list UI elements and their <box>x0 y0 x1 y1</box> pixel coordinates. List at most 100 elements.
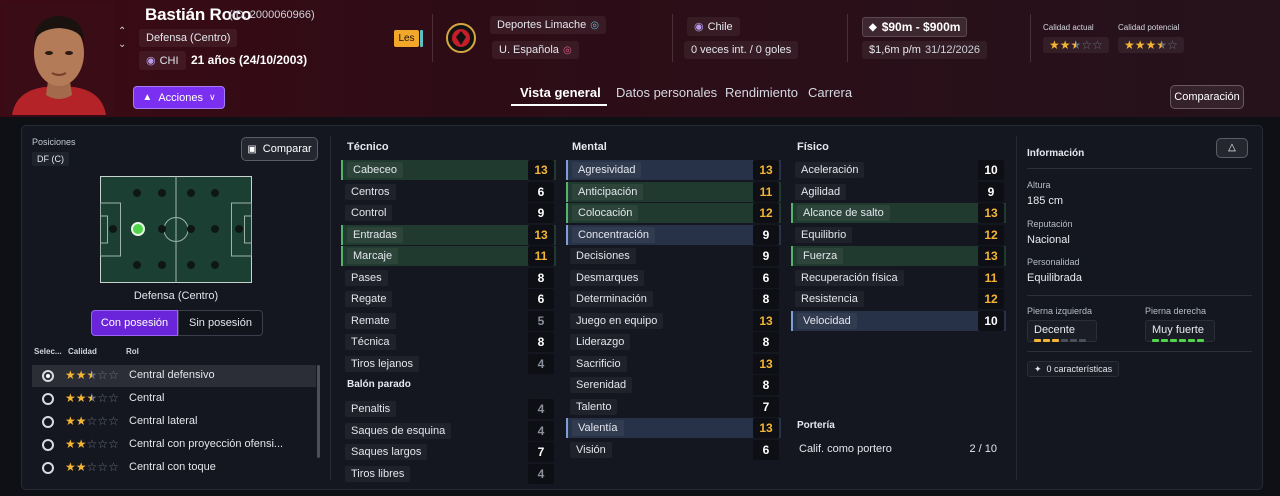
foot-bar <box>1052 339 1059 342</box>
attribute-row[interactable]: Técnica 8 <box>341 332 556 352</box>
attribute-value: 13 <box>753 418 779 438</box>
attribute-row[interactable]: Tiros libres 4 <box>341 463 556 484</box>
attribute-name: Control <box>345 205 393 221</box>
attribute-row[interactable]: Control 9 <box>341 203 556 223</box>
attribute-row[interactable]: Recuperación física 11 <box>791 267 1006 288</box>
attribute-row[interactable]: Entradas 13 <box>341 224 556 245</box>
role-radio[interactable] <box>42 439 54 451</box>
attribute-row[interactable]: Visión 6 <box>566 439 781 460</box>
nationality-chip: ◉ CHI <box>139 51 186 70</box>
attribute-row[interactable]: Tiros lejanos 4 <box>341 353 556 374</box>
toggle-with-possession[interactable]: Con posesión <box>91 310 178 336</box>
roles-scrollbar[interactable] <box>317 365 320 458</box>
next-player-chevron-down[interactable]: ⌄ <box>118 39 126 50</box>
tecnico-title: Técnico <box>347 141 389 153</box>
attribute-row[interactable]: Regate 6 <box>341 289 556 309</box>
prev-player-chevron-up[interactable]: ⌃ <box>118 26 126 37</box>
comparison-button[interactable]: Comparación <box>1170 85 1244 109</box>
attribute-name: Aceleración <box>795 162 865 178</box>
attribute-row[interactable]: Velocidad 10 <box>791 310 1006 331</box>
attribute-row[interactable]: Juego en equipo 13 <box>566 310 781 331</box>
attribute-value: 8 <box>753 375 779 395</box>
role-row[interactable]: ★★☆☆☆ Central con proyección ofensi... <box>32 434 316 456</box>
person-info-button[interactable]: △ <box>1216 138 1248 158</box>
attribute-value: 7 <box>753 396 779 417</box>
right-foot-bars <box>1152 339 1204 342</box>
role-radio[interactable] <box>42 393 54 405</box>
tab-carrera[interactable]: Carrera <box>808 85 852 100</box>
attribute-name: Determinación <box>570 291 653 307</box>
attribute-row[interactable]: Serenidad 8 <box>566 375 781 395</box>
attribute-row[interactable]: Talento 7 <box>566 396 781 417</box>
attribute-row[interactable]: Pases 8 <box>341 267 556 288</box>
attribute-row[interactable]: Centros 6 <box>341 181 556 202</box>
attribute-row[interactable]: Desmarques 6 <box>566 267 781 288</box>
attribute-row[interactable]: Concentración 9 <box>566 224 781 245</box>
injury-badge[interactable]: Les <box>394 30 419 47</box>
club-link[interactable]: Deportes Limache ◎ <box>490 16 607 34</box>
attribute-name: Fuerza <box>797 248 844 264</box>
role-name: Central con proyección ofensi... <box>129 438 284 450</box>
attribute-name: Talento <box>570 398 618 415</box>
attribute-value: 6 <box>528 181 554 202</box>
attribute-row[interactable]: Equilibrio 12 <box>791 224 1006 245</box>
tab-datos-personales[interactable]: Datos personales <box>616 85 717 100</box>
attribute-row[interactable]: Decisiones 9 <box>566 246 781 266</box>
attribute-row[interactable]: Saques de esquina 4 <box>341 420 556 441</box>
attribute-row[interactable]: Aceleración 10 <box>791 160 1006 180</box>
attribute-row[interactable]: Anticipación 11 <box>566 181 781 202</box>
role-stars: ★★★☆☆ <box>65 368 119 382</box>
attribute-row[interactable]: Fuerza 13 <box>791 246 1006 266</box>
tag-icon: ◆ <box>869 21 877 33</box>
role-radio[interactable] <box>42 416 54 428</box>
attribute-row[interactable]: Marcaje 11 <box>341 246 556 266</box>
attribute-value: 10 <box>978 160 1004 180</box>
attribute-name: Resistencia <box>795 291 864 307</box>
attribute-value: 13 <box>753 353 779 374</box>
attribute-value: 13 <box>528 160 554 180</box>
role-row[interactable]: ★★★☆☆ Central <box>32 388 316 410</box>
toggle-without-possession[interactable]: Sin posesión <box>178 310 263 336</box>
attribute-row[interactable]: Liderazgo 8 <box>566 332 781 352</box>
tab-rendimiento[interactable]: Rendimiento <box>725 85 798 100</box>
foot-bar <box>1034 339 1041 342</box>
personality-value: Equilibrada <box>1027 272 1083 284</box>
actions-button[interactable]: ▲ Acciones ∨ <box>133 86 225 109</box>
potential-quality-stars: ★★★★☆ <box>1118 37 1184 53</box>
foot-bar <box>1170 339 1177 342</box>
attribute-row[interactable]: Resistencia 12 <box>791 289 1006 309</box>
role-stars: ★★★☆☆ <box>65 391 119 405</box>
role-row[interactable]: ★★★☆☆ Central defensivo <box>32 365 316 387</box>
attribute-row[interactable]: Alcance de salto 13 <box>791 203 1006 223</box>
attribute-row[interactable]: Agilidad 9 <box>791 181 1006 202</box>
role-row[interactable]: ★★☆☆☆ Central lateral <box>32 411 316 433</box>
attribute-row[interactable]: Colocación 12 <box>566 203 781 223</box>
attribute-row[interactable]: Cabeceo 13 <box>341 160 556 180</box>
attribute-row[interactable]: Sacrificio 13 <box>566 353 781 374</box>
personality-label: Personalidad <box>1027 257 1080 267</box>
attribute-value: 9 <box>753 224 779 245</box>
active-tab-underline <box>511 104 607 106</box>
role-radio[interactable] <box>42 370 54 382</box>
foot-bar <box>1161 339 1168 342</box>
club-crest-icon[interactable] <box>446 20 476 59</box>
country-chip[interactable]: ◉ Chile <box>687 17 740 36</box>
divider <box>1030 14 1031 62</box>
attribute-row[interactable]: Agresividad 13 <box>566 160 781 180</box>
attribute-row[interactable]: Penaltis 4 <box>341 399 556 419</box>
role-radio[interactable] <box>42 462 54 474</box>
tab-vista-general[interactable]: Vista general <box>520 85 601 100</box>
attribute-value: 4 <box>528 463 554 484</box>
attribute-row[interactable]: Saques largos 7 <box>341 442 556 462</box>
attribute-row[interactable]: Remate 5 <box>341 310 556 331</box>
role-row[interactable]: ★★☆☆☆ Central con toque <box>32 457 316 479</box>
traits-chip[interactable]: ✦ 0 características <box>1027 361 1120 377</box>
league-link[interactable]: U. Española ◎ <box>492 41 579 59</box>
attribute-value: 8 <box>528 332 554 352</box>
attribute-row[interactable]: Valentía 13 <box>566 418 781 438</box>
attribute-value: 11 <box>978 267 1004 288</box>
compare-button[interactable]: ▣ Comparar <box>241 137 318 161</box>
attribute-value: 5 <box>528 310 554 331</box>
attribute-row[interactable]: Determinación 8 <box>566 289 781 309</box>
right-foot-label: Pierna derecha <box>1145 306 1207 316</box>
